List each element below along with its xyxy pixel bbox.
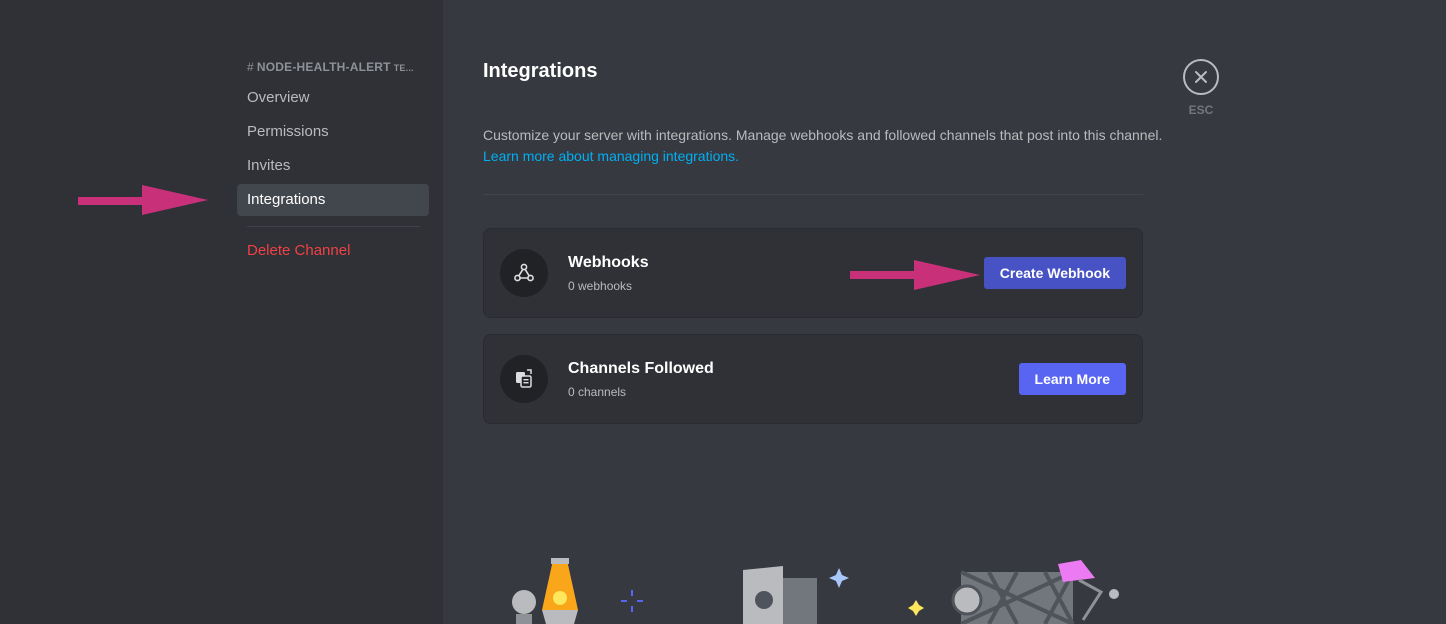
channel-follow-icon — [500, 355, 548, 403]
page-description: Customize your server with integrations.… — [483, 125, 1163, 167]
magnifier-icon — [951, 584, 983, 616]
sidebar-item-delete-channel[interactable]: Delete Channel — [237, 235, 429, 267]
learn-more-button[interactable]: Learn More — [1018, 363, 1126, 395]
channel-name-header: # NODE-HEALTH-ALERT TE... — [247, 60, 414, 74]
close-button[interactable] — [1183, 59, 1219, 95]
channel-name-tail: TE... — [393, 63, 414, 73]
sidebar-divider — [247, 226, 420, 227]
sidebar-item-permissions[interactable]: Permissions — [237, 116, 429, 148]
trophy-icon — [512, 590, 536, 624]
small-star-icon — [908, 600, 924, 616]
section-divider — [483, 194, 1143, 195]
safe-icon — [743, 566, 817, 624]
webhooks-count: 0 webhooks — [568, 279, 633, 293]
webhook-icon — [500, 249, 548, 297]
esc-label: ESC — [1188, 103, 1214, 117]
description-text: Customize your server with integrations.… — [483, 127, 1163, 143]
sidebar-item-integrations[interactable]: Integrations — [237, 184, 429, 216]
star-icon — [829, 568, 849, 588]
create-webhook-button[interactable]: Create Webhook — [983, 257, 1126, 289]
sidebar-item-invites[interactable]: Invites — [237, 150, 429, 182]
learn-more-link[interactable]: Learn more about managing integrations. — [483, 146, 739, 167]
webhooks-card: Webhooks 0 webhooks Create Webhook — [483, 228, 1143, 318]
annotation-arrow-sidebar — [78, 185, 208, 215]
channel-name: NODE-HEALTH-ALERT — [256, 60, 391, 74]
close-icon — [1195, 71, 1207, 83]
channels-followed-count: 0 channels — [568, 385, 627, 399]
channels-followed-title: Channels Followed — [568, 360, 714, 377]
main-content: Integrations Customize your server with … — [443, 0, 1446, 624]
webhooks-title: Webhooks — [568, 254, 649, 271]
page-title: Integrations — [483, 60, 598, 82]
annotation-arrow-webhook — [850, 260, 980, 290]
sidebar-item-overview[interactable]: Overview — [237, 82, 429, 114]
empty-state-illustration — [512, 558, 1119, 624]
lava-lamp-icon — [542, 558, 578, 624]
channels-followed-card: Channels Followed 0 channels Learn More — [483, 334, 1143, 424]
settings-sidebar: # NODE-HEALTH-ALERT TE... Overview Permiss… — [0, 0, 443, 624]
sparkle-icon — [621, 590, 643, 612]
